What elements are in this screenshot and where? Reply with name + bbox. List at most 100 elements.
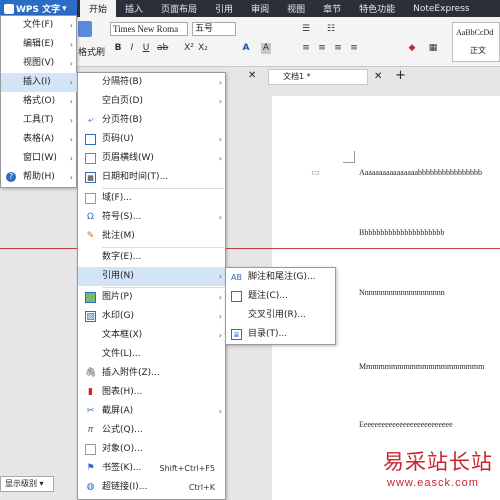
globe-icon: ◍ <box>86 482 95 492</box>
menu-item-page-number[interactable]: 页码(U) › <box>78 130 227 149</box>
strikethrough-icon[interactable]: ab <box>157 43 168 54</box>
omega-icon: Ω <box>87 212 94 222</box>
doc-paragraph[interactable]: Bbbbbbbbbbbbbbbbbbbbb <box>359 228 500 237</box>
insert-submenu: 分隔符(B) › 空白页(D) › ⤶ 分页符(B) 页码(U) › 页眉横线(W) › … <box>77 72 227 500</box>
menu-item-format[interactable]: 格式(O) › <box>1 92 78 111</box>
menu-item-caption[interactable]: 题注(C)... <box>226 287 337 306</box>
wps-logo-icon <box>4 3 14 14</box>
chart-icon: ▮ <box>88 387 93 397</box>
tab-section[interactable]: 章节 <box>314 0 350 17</box>
help-icon: ? <box>6 172 16 182</box>
menu-item-view[interactable]: 视图(V) › <box>1 54 78 73</box>
menu-item-chart[interactable]: ▮ 图表(H)... <box>78 383 227 402</box>
font-name-select[interactable]: Times New Roma <box>110 22 188 36</box>
menu-item-separator[interactable]: 分隔符(B) › <box>78 73 227 92</box>
underline-icon[interactable]: U <box>141 43 151 54</box>
menu-item-reference[interactable]: 引用(N) › <box>78 267 227 286</box>
outline-level-select[interactable]: 显示级别 ▾ <box>0 476 54 492</box>
tab-references[interactable]: 引用 <box>206 0 242 17</box>
tab-insert[interactable]: 插入 <box>116 0 152 17</box>
justify-icon[interactable]: ≡ <box>349 43 359 54</box>
menu-item-table[interactable]: 表格(A) › <box>1 130 78 149</box>
menu-item-screenshot[interactable]: ✂ 截屏(A) › <box>78 402 227 421</box>
font-color-icon[interactable]: A <box>241 43 251 54</box>
page-number-icon <box>85 134 96 145</box>
menu-item-blank-page[interactable]: 空白页(D) › <box>78 92 227 111</box>
formula-icon: π <box>87 425 94 435</box>
watermark-url: www.easck.com <box>387 477 479 489</box>
superscript-icon[interactable]: X² <box>184 43 194 54</box>
menu-item-cross-reference[interactable]: 交叉引用(R)... <box>226 306 337 325</box>
char-shading-icon[interactable]: A <box>261 43 271 54</box>
italic-icon[interactable]: I <box>127 43 137 54</box>
borders-icon[interactable]: ▦ <box>428 43 438 54</box>
paperclip-icon: 🖇 <box>85 368 97 378</box>
menu-item-window[interactable]: 窗口(W) › <box>1 149 78 168</box>
tab-review[interactable]: 审阅 <box>242 0 278 17</box>
menu-item-toc[interactable]: ≣ 目录(T)... <box>226 325 337 344</box>
bullets-icon[interactable]: ☰ <box>301 24 311 35</box>
scissors-icon: ✂ <box>86 406 95 416</box>
numbering-icon[interactable]: ☷ <box>326 24 336 35</box>
doc-paragraph[interactable]: Eeeeeeeeeeeeeeeeeeeeeeeeee <box>359 420 500 429</box>
format-painter-icon[interactable] <box>78 21 92 37</box>
red-guide-line <box>0 248 500 249</box>
align-right-icon[interactable]: ≡ <box>333 43 343 54</box>
calendar-icon: ▦ <box>85 172 96 183</box>
align-center-icon[interactable]: ≡ <box>317 43 327 54</box>
menu-item-file[interactable]: 文件(F) › <box>1 16 78 35</box>
footnote-icon: AB <box>231 273 242 282</box>
menu-item-help[interactable]: ? 帮助(H) › <box>1 168 78 187</box>
menu-item-insert[interactable]: 插入(I) › <box>1 73 78 92</box>
doc-paragraph[interactable]: Aaaaaaaaaaaaaaaabbbbbbbbbbbbbbbb <box>359 168 500 177</box>
style-sample: AaBbCcDd <box>456 28 494 37</box>
menu-item-number[interactable]: 数字(E)... <box>78 248 227 267</box>
menu-item-formula[interactable]: π 公式(Q)... <box>78 421 227 440</box>
menu-item-text-box[interactable]: 文本框(X) › <box>78 326 227 345</box>
menu-item-file[interactable]: 文件(L)... <box>78 345 227 364</box>
menu-item-bookmark[interactable]: ⚑ 书签(K)... Shift+Ctrl+F5 <box>78 459 227 478</box>
menu-item-field[interactable]: 域(F)... <box>78 189 227 208</box>
app-title: WPS 文字 <box>16 5 61 15</box>
shading-color-icon[interactable]: ◆ <box>407 43 417 54</box>
page-handle-icon[interactable]: ▭ <box>311 168 320 178</box>
menu-item-edit[interactable]: 编辑(E) › <box>1 35 78 54</box>
bold-icon[interactable]: B <box>113 43 123 54</box>
watermark-icon: ▧ <box>85 311 96 322</box>
tab-view[interactable]: 视图 <box>278 0 314 17</box>
menu-item-watermark[interactable]: ▧ 水印(G) › <box>78 307 227 326</box>
reference-submenu: AB 脚注和尾注(G)... 题注(C)... 交叉引用(R)... ≣ 目录(T)… <box>225 267 336 345</box>
subscript-icon[interactable]: X₂ <box>198 43 208 54</box>
format-painter-label[interactable]: 格式刷 <box>78 45 105 58</box>
align-left-icon[interactable]: ≡ <box>301 43 311 54</box>
menu-item-footnote-endnote[interactable]: AB 脚注和尾注(G)... <box>226 268 337 287</box>
menu-item-tools[interactable]: 工具(T) › <box>1 111 78 130</box>
font-size-select[interactable]: 五号 <box>192 22 236 36</box>
style-normal[interactable]: 正文 <box>470 45 486 56</box>
menu-item-header-line[interactable]: 页眉横线(W) › <box>78 149 227 168</box>
document-tab-title: 文档1 * <box>283 72 311 81</box>
doc-paragraph[interactable]: Mmmmmmmmmmmmmmmmmmmm <box>359 362 500 371</box>
menu-item-date-time[interactable]: ▦ 日期和时间(T)... <box>78 168 227 187</box>
comment-icon: ✎ <box>86 231 95 241</box>
doc-paragraph[interactable]: Nnnnnnnnnnnnnnnnnnnnn <box>359 288 500 297</box>
margin-corner <box>343 151 355 163</box>
document-tab[interactable]: 文档1 * <box>268 69 368 85</box>
menu-item-object[interactable]: 对象(O)... <box>78 440 227 459</box>
menu-item-attachment[interactable]: 🖇 插入附件(Z)... <box>78 364 227 383</box>
close-tab-icon[interactable]: ✕ <box>248 70 256 81</box>
menu-item-comment[interactable]: ✎ 批注(M) <box>78 227 227 246</box>
close-doc-icon[interactable]: ✕ <box>374 71 382 82</box>
watermark-text: 易采站长站 <box>383 450 493 474</box>
new-tab-icon[interactable]: + <box>395 68 406 83</box>
tab-home[interactable]: 开始 <box>80 0 117 17</box>
menu-item-hyperlink[interactable]: ◍ 超链接(I)... Ctrl+K <box>78 478 227 497</box>
menu-item-symbol[interactable]: Ω 符号(S)... › <box>78 208 227 227</box>
tab-special[interactable]: 特色功能 <box>350 0 404 17</box>
bookmark-flag-icon: ⚑ <box>86 463 95 473</box>
menu-item-picture[interactable]: 图片(P) › <box>78 288 227 307</box>
tab-noteexpress[interactable]: NoteExpress <box>404 0 478 17</box>
tab-page-layout[interactable]: 页面布局 <box>152 0 206 17</box>
ribbon-tabs: 开始 插入 页面布局 引用 审阅 视图 章节 特色功能 NoteExpress <box>80 0 479 17</box>
menu-item-page-break[interactable]: ⤶ 分页符(B) <box>78 111 227 130</box>
